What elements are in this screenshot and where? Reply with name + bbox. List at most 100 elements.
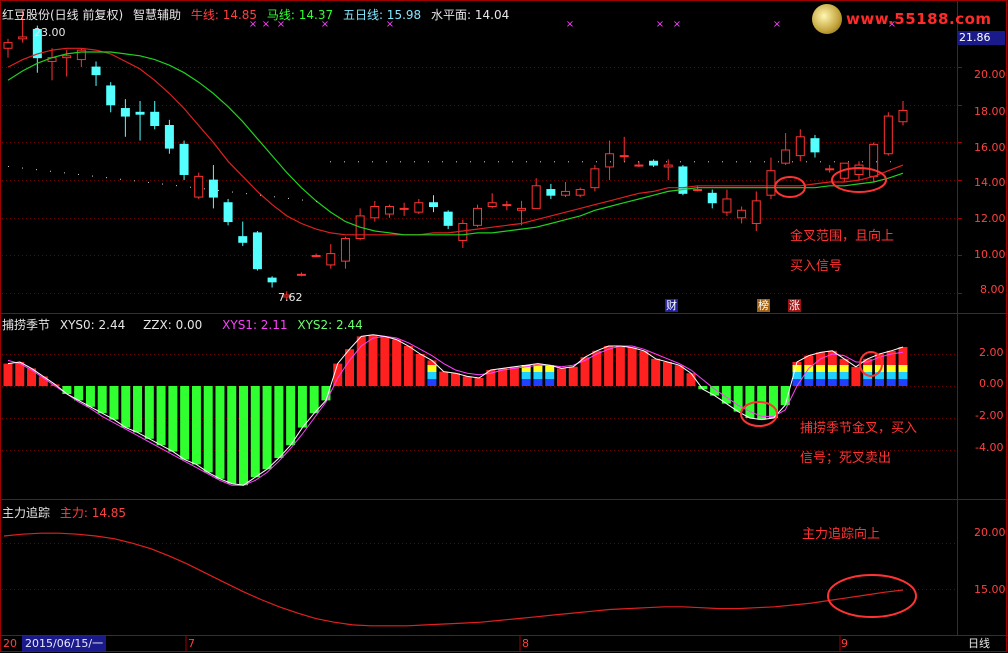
water-dot-806 (806, 161, 807, 163)
candle-body-61 (898, 109, 908, 123)
tag-zhang[interactable]: 涨 (788, 299, 801, 312)
bar-76 (898, 346, 908, 365)
bar-57 (674, 365, 684, 386)
annotation-bulao: 捕捞季节金叉，买入 信号；死叉卖出 (800, 414, 917, 474)
bar-seg-76-1 (898, 372, 908, 379)
candle-body-16 (238, 236, 248, 243)
tag-cai[interactable]: 财 (665, 299, 678, 312)
water-dot-708 (708, 161, 709, 163)
main-ytick-2: 16.00 (974, 141, 1006, 154)
candle-body-35 (517, 207, 527, 211)
water-dot-190 (190, 186, 191, 188)
water-dot-372 (372, 161, 373, 163)
bar-54 (639, 350, 649, 386)
bar-16 (191, 386, 201, 465)
bar-10 (121, 386, 131, 428)
bar-32 (380, 336, 390, 386)
bar-seg-76-0 (898, 379, 908, 386)
bar-62 (733, 386, 743, 412)
bar-seg-69-2 (816, 365, 826, 372)
candle-body-32 (473, 207, 483, 226)
candle-body-0 (3, 42, 13, 49)
water-dot-792 (792, 161, 793, 163)
candle-body-21 (311, 254, 321, 257)
water-dot-540 (540, 161, 541, 163)
water-dot-568 (568, 161, 569, 163)
water-dot-470 (470, 161, 471, 163)
candle-body-7 (106, 85, 116, 106)
candle-body-56 (825, 168, 835, 171)
candle-body-60 (883, 115, 893, 155)
water-dot-386 (386, 161, 387, 163)
bar-24 (286, 386, 296, 446)
bar-34 (403, 346, 413, 386)
water-dot-162 (162, 183, 163, 185)
candle-body-55 (810, 138, 820, 153)
water-dot-848 (848, 161, 849, 163)
bar-seg-75-1 (886, 372, 896, 379)
x-month-7: 7 (188, 637, 195, 650)
candle-body-27 (399, 207, 409, 210)
sub2-title[interactable]: 主力追踪 (2, 506, 50, 520)
bar-11 (133, 386, 143, 433)
candle-body-58 (854, 164, 864, 175)
candle-body-37 (546, 189, 556, 196)
signal-marker-6: × (656, 19, 664, 30)
bar-seg-70-2 (827, 365, 837, 372)
bar-53 (627, 347, 637, 386)
main-ytick-6: 8.00 (980, 283, 1005, 296)
water-dot-344 (344, 161, 345, 163)
water-dot-288 (288, 197, 289, 199)
candle-body-49 (722, 198, 732, 213)
water-dot-652 (652, 161, 653, 163)
bar-21 (250, 386, 260, 478)
main-ytick-0: 20.00 (974, 68, 1006, 81)
bar-66 (780, 386, 790, 406)
candle-body-14 (208, 179, 218, 198)
bar-72 (851, 366, 861, 386)
water-dot-456 (456, 161, 457, 163)
candle-body-52 (766, 170, 776, 196)
tag-bang[interactable]: 榜 (757, 299, 770, 312)
high-price-label: 23.00 (34, 26, 66, 39)
xys0-label: XYS0: 2.44 (59, 318, 126, 332)
signal-marker-8: × (773, 19, 781, 30)
water-dot-862 (862, 161, 863, 163)
bar-43 (509, 366, 519, 386)
bar-seg-69-1 (816, 372, 826, 379)
water-dot-610 (610, 161, 611, 163)
watermark-text: www.55188.com (846, 10, 992, 28)
candle-body-47 (693, 189, 703, 192)
bar-seg-70-1 (827, 372, 837, 379)
bar-27 (321, 386, 331, 401)
water-dot-722 (722, 161, 723, 163)
bar-22 (262, 386, 272, 470)
water-dot-204 (204, 188, 205, 190)
candle-body-12 (179, 143, 189, 175)
water-dot-554 (554, 161, 555, 163)
period-selector[interactable]: 日线 (968, 636, 990, 651)
candle-body-10 (150, 111, 160, 126)
water-dot-8 (8, 165, 9, 167)
water-dot-22 (22, 167, 23, 169)
candle-body-15 (223, 202, 233, 223)
bar-seg-73-2 (863, 365, 873, 372)
bar-55 (651, 358, 661, 386)
candle-body-25 (370, 206, 380, 219)
date-selector[interactable]: 2015/06/15/一 (22, 636, 107, 651)
bar-seg-44-1 (521, 372, 531, 379)
candle-body-44 (649, 160, 659, 166)
indicator-name[interactable]: 智慧辅助 (133, 8, 181, 22)
bar-75 (886, 350, 896, 365)
bar-seg-70-0 (827, 379, 837, 386)
sub1-title[interactable]: 捕捞季节 (2, 318, 50, 332)
candle-body-53 (781, 149, 791, 164)
main-series-1 (7, 51, 904, 236)
bar-40 (474, 378, 484, 386)
bar-52 (615, 346, 625, 386)
sub1-ytick-0: 2.00 (979, 346, 1004, 359)
candle-body-13 (194, 175, 204, 198)
annotation-golden-cross-line2: 买入信号 (790, 259, 843, 274)
stock-name[interactable]: 红豆股份(日线 前复权) (2, 8, 123, 22)
candle-body-18 (267, 277, 277, 283)
